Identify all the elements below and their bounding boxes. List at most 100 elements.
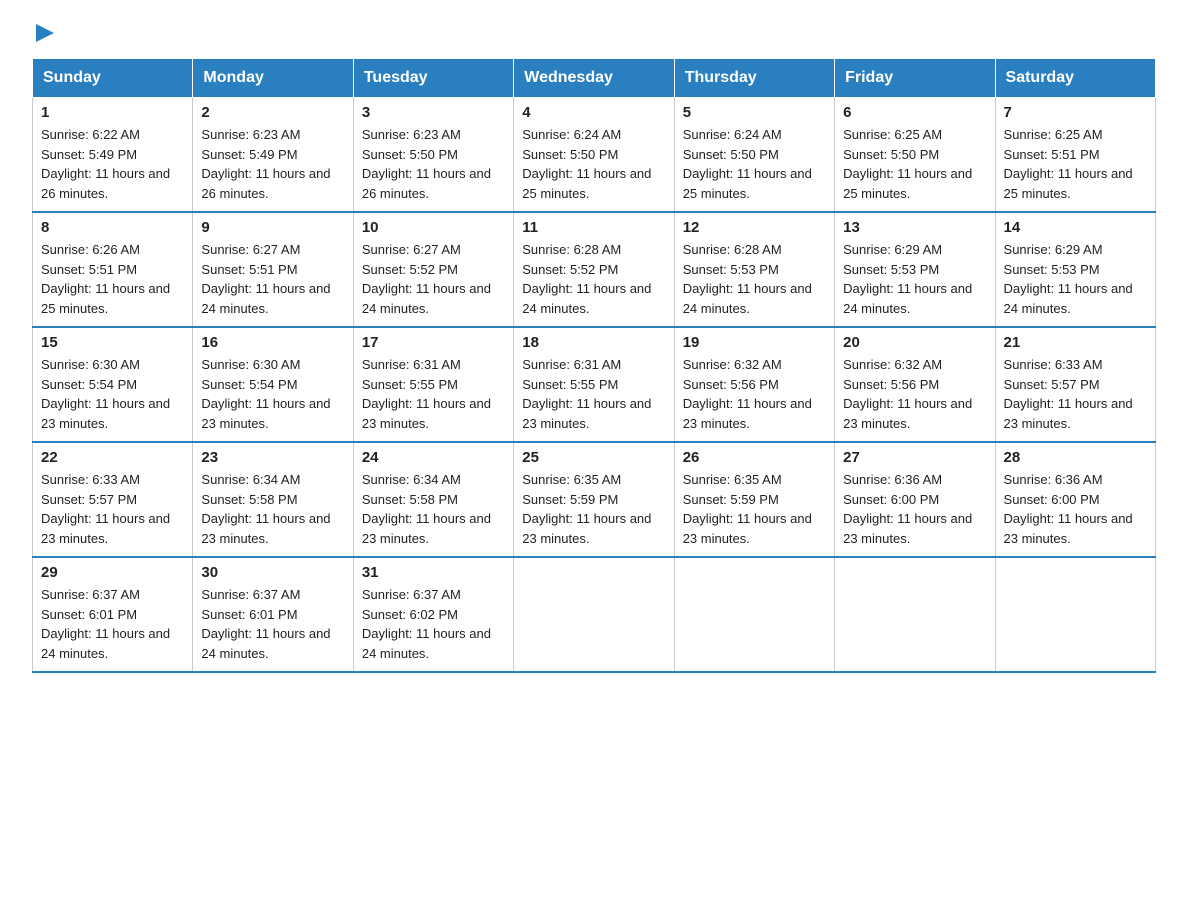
day-info: Sunrise: 6:36 AM Sunset: 6:00 PM Dayligh… (843, 470, 986, 548)
sunset-label: Sunset: 5:53 PM (683, 262, 779, 277)
calendar-body: 1 Sunrise: 6:22 AM Sunset: 5:49 PM Dayli… (33, 98, 1156, 673)
day-info: Sunrise: 6:26 AM Sunset: 5:51 PM Dayligh… (41, 240, 184, 318)
sunset-label: Sunset: 5:59 PM (522, 492, 618, 507)
daylight-label: Daylight: 11 hours and 24 minutes. (201, 626, 330, 661)
day-of-week-header: Thursday (674, 59, 834, 98)
sunrise-label: Sunrise: 6:36 AM (1004, 472, 1103, 487)
daylight-label: Daylight: 11 hours and 26 minutes. (201, 166, 330, 201)
day-info: Sunrise: 6:30 AM Sunset: 5:54 PM Dayligh… (201, 355, 344, 433)
day-info: Sunrise: 6:22 AM Sunset: 5:49 PM Dayligh… (41, 125, 184, 203)
day-info: Sunrise: 6:27 AM Sunset: 5:51 PM Dayligh… (201, 240, 344, 318)
calendar-day-cell: 7 Sunrise: 6:25 AM Sunset: 5:51 PM Dayli… (995, 98, 1155, 213)
daylight-label: Daylight: 11 hours and 25 minutes. (522, 166, 651, 201)
sunset-label: Sunset: 5:52 PM (362, 262, 458, 277)
calendar-week-row: 15 Sunrise: 6:30 AM Sunset: 5:54 PM Dayl… (33, 327, 1156, 442)
day-info: Sunrise: 6:32 AM Sunset: 5:56 PM Dayligh… (683, 355, 826, 433)
calendar-day-cell: 18 Sunrise: 6:31 AM Sunset: 5:55 PM Dayl… (514, 327, 674, 442)
daylight-label: Daylight: 11 hours and 23 minutes. (201, 511, 330, 546)
day-info: Sunrise: 6:31 AM Sunset: 5:55 PM Dayligh… (362, 355, 505, 433)
day-of-week-header: Tuesday (353, 59, 513, 98)
day-number: 18 (522, 334, 665, 351)
calendar-day-cell: 6 Sunrise: 6:25 AM Sunset: 5:50 PM Dayli… (835, 98, 995, 213)
day-info: Sunrise: 6:24 AM Sunset: 5:50 PM Dayligh… (522, 125, 665, 203)
sunset-label: Sunset: 5:55 PM (362, 377, 458, 392)
daylight-label: Daylight: 11 hours and 23 minutes. (41, 396, 170, 431)
sunrise-label: Sunrise: 6:36 AM (843, 472, 942, 487)
day-info: Sunrise: 6:37 AM Sunset: 6:02 PM Dayligh… (362, 585, 505, 663)
day-number: 21 (1004, 334, 1147, 351)
sunset-label: Sunset: 5:51 PM (41, 262, 137, 277)
daylight-label: Daylight: 11 hours and 23 minutes. (522, 511, 651, 546)
day-info: Sunrise: 6:37 AM Sunset: 6:01 PM Dayligh… (201, 585, 344, 663)
day-info: Sunrise: 6:23 AM Sunset: 5:49 PM Dayligh… (201, 125, 344, 203)
sunrise-label: Sunrise: 6:29 AM (1004, 242, 1103, 257)
calendar-day-cell: 24 Sunrise: 6:34 AM Sunset: 5:58 PM Dayl… (353, 442, 513, 557)
calendar-header: SundayMondayTuesdayWednesdayThursdayFrid… (33, 59, 1156, 98)
calendar-day-cell (514, 557, 674, 672)
day-number: 1 (41, 104, 184, 121)
sunrise-label: Sunrise: 6:26 AM (41, 242, 140, 257)
sunset-label: Sunset: 5:53 PM (1004, 262, 1100, 277)
day-of-week-header: Saturday (995, 59, 1155, 98)
daylight-label: Daylight: 11 hours and 23 minutes. (41, 511, 170, 546)
calendar-day-cell: 11 Sunrise: 6:28 AM Sunset: 5:52 PM Dayl… (514, 212, 674, 327)
calendar-day-cell: 23 Sunrise: 6:34 AM Sunset: 5:58 PM Dayl… (193, 442, 353, 557)
daylight-label: Daylight: 11 hours and 23 minutes. (362, 396, 491, 431)
sunrise-label: Sunrise: 6:33 AM (1004, 357, 1103, 372)
day-info: Sunrise: 6:34 AM Sunset: 5:58 PM Dayligh… (201, 470, 344, 548)
sunrise-label: Sunrise: 6:30 AM (201, 357, 300, 372)
sunrise-label: Sunrise: 6:23 AM (362, 127, 461, 142)
sunset-label: Sunset: 5:50 PM (843, 147, 939, 162)
day-info: Sunrise: 6:36 AM Sunset: 6:00 PM Dayligh… (1004, 470, 1147, 548)
day-number: 7 (1004, 104, 1147, 121)
sunrise-label: Sunrise: 6:31 AM (522, 357, 621, 372)
day-info: Sunrise: 6:34 AM Sunset: 5:58 PM Dayligh… (362, 470, 505, 548)
sunrise-label: Sunrise: 6:31 AM (362, 357, 461, 372)
sunset-label: Sunset: 6:01 PM (201, 607, 297, 622)
sunrise-label: Sunrise: 6:34 AM (362, 472, 461, 487)
sunrise-label: Sunrise: 6:35 AM (683, 472, 782, 487)
day-number: 19 (683, 334, 826, 351)
sunrise-label: Sunrise: 6:35 AM (522, 472, 621, 487)
sunrise-label: Sunrise: 6:24 AM (522, 127, 621, 142)
daylight-label: Daylight: 11 hours and 23 minutes. (522, 396, 651, 431)
day-info: Sunrise: 6:27 AM Sunset: 5:52 PM Dayligh… (362, 240, 505, 318)
daylight-label: Daylight: 11 hours and 26 minutes. (41, 166, 170, 201)
day-number: 10 (362, 219, 505, 236)
day-number: 26 (683, 449, 826, 466)
sunset-label: Sunset: 6:02 PM (362, 607, 458, 622)
calendar-week-row: 29 Sunrise: 6:37 AM Sunset: 6:01 PM Dayl… (33, 557, 1156, 672)
sunset-label: Sunset: 5:57 PM (1004, 377, 1100, 392)
day-of-week-header: Sunday (33, 59, 193, 98)
daylight-label: Daylight: 11 hours and 24 minutes. (41, 626, 170, 661)
daylight-label: Daylight: 11 hours and 24 minutes. (362, 281, 491, 316)
sunset-label: Sunset: 5:57 PM (41, 492, 137, 507)
sunset-label: Sunset: 5:49 PM (41, 147, 137, 162)
calendar-day-cell: 12 Sunrise: 6:28 AM Sunset: 5:53 PM Dayl… (674, 212, 834, 327)
calendar-day-cell: 1 Sunrise: 6:22 AM Sunset: 5:49 PM Dayli… (33, 98, 193, 213)
sunset-label: Sunset: 5:51 PM (1004, 147, 1100, 162)
sunset-label: Sunset: 5:50 PM (522, 147, 618, 162)
daylight-label: Daylight: 11 hours and 23 minutes. (362, 511, 491, 546)
day-info: Sunrise: 6:35 AM Sunset: 5:59 PM Dayligh… (683, 470, 826, 548)
sunset-label: Sunset: 6:01 PM (41, 607, 137, 622)
sunset-label: Sunset: 5:51 PM (201, 262, 297, 277)
calendar-day-cell: 19 Sunrise: 6:32 AM Sunset: 5:56 PM Dayl… (674, 327, 834, 442)
daylight-label: Daylight: 11 hours and 24 minutes. (201, 281, 330, 316)
day-info: Sunrise: 6:31 AM Sunset: 5:55 PM Dayligh… (522, 355, 665, 433)
logo-triangle-icon (36, 24, 54, 42)
day-number: 28 (1004, 449, 1147, 466)
sunrise-label: Sunrise: 6:30 AM (41, 357, 140, 372)
sunrise-label: Sunrise: 6:29 AM (843, 242, 942, 257)
daylight-label: Daylight: 11 hours and 23 minutes. (201, 396, 330, 431)
sunrise-label: Sunrise: 6:28 AM (522, 242, 621, 257)
calendar-day-cell: 5 Sunrise: 6:24 AM Sunset: 5:50 PM Dayli… (674, 98, 834, 213)
day-number: 20 (843, 334, 986, 351)
daylight-label: Daylight: 11 hours and 25 minutes. (843, 166, 972, 201)
daylight-label: Daylight: 11 hours and 26 minutes. (362, 166, 491, 201)
sunset-label: Sunset: 6:00 PM (843, 492, 939, 507)
sunrise-label: Sunrise: 6:37 AM (201, 587, 300, 602)
daylight-label: Daylight: 11 hours and 23 minutes. (683, 511, 812, 546)
day-info: Sunrise: 6:28 AM Sunset: 5:53 PM Dayligh… (683, 240, 826, 318)
sunset-label: Sunset: 6:00 PM (1004, 492, 1100, 507)
